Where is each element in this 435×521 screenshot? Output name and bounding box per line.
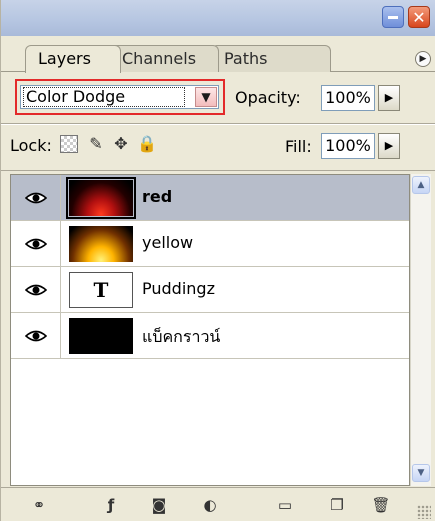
- blend-mode-dropdown[interactable]: Color Dodge ▼: [20, 85, 219, 109]
- layer-thumbnail: [69, 318, 133, 354]
- layers-toolbar: ⚭ ƒ ◙ ◐ ▭ ❐ 🗑: [1, 488, 435, 521]
- lock-image-pixels-brush-icon[interactable]: ✎: [87, 135, 105, 153]
- layers-scrollbar[interactable]: ▲ ▼: [410, 174, 431, 486]
- visibility-toggle[interactable]: [11, 221, 61, 266]
- opacity-input[interactable]: 100%: [321, 85, 375, 111]
- divider: [1, 170, 435, 171]
- scroll-down-icon[interactable]: ▼: [412, 464, 430, 482]
- visibility-toggle[interactable]: [11, 175, 61, 220]
- delete-layer-trash-icon[interactable]: 🗑: [369, 494, 393, 516]
- new-layer-icon[interactable]: ❐: [325, 494, 349, 516]
- lock-transparent-pixels-icon[interactable]: [60, 135, 78, 153]
- visibility-toggle[interactable]: [11, 267, 61, 312]
- layer-thumbnail: [66, 177, 136, 219]
- chevron-down-icon[interactable]: ▼: [195, 87, 217, 107]
- minimize-button[interactable]: [382, 6, 404, 28]
- layer-style-icon[interactable]: ƒ: [99, 494, 123, 516]
- resize-grip-icon[interactable]: [417, 505, 431, 519]
- layer-name: Puddingz: [142, 279, 215, 298]
- layer-row-yellow[interactable]: yellow: [11, 221, 409, 267]
- divider-highlight: [1, 124, 435, 125]
- tab-channels[interactable]: Channels: [109, 45, 219, 72]
- fill-input[interactable]: 100%: [321, 133, 375, 159]
- panel-tabs: Paths Channels Layers ▶: [1, 36, 435, 73]
- eye-icon: [24, 192, 47, 203]
- new-group-folder-icon[interactable]: ▭: [273, 494, 297, 516]
- tab-layers[interactable]: Layers: [25, 45, 121, 73]
- layer-name: แบ็คกราวน์: [142, 327, 221, 346]
- eye-icon: [24, 238, 47, 249]
- layer-name: red: [142, 187, 173, 206]
- adjustment-layer-icon[interactable]: ◐: [198, 494, 222, 516]
- close-button[interactable]: ✕: [408, 6, 430, 28]
- tab-paths[interactable]: Paths: [211, 45, 331, 72]
- visibility-toggle[interactable]: [11, 313, 61, 358]
- layer-row-background[interactable]: แบ็คกราวน์: [11, 313, 409, 359]
- lock-all-padlock-icon[interactable]: 🔒: [137, 135, 157, 153]
- lock-label: Lock:: [10, 136, 52, 155]
- scroll-up-icon[interactable]: ▲: [412, 176, 430, 194]
- opacity-label: Opacity:: [235, 88, 301, 107]
- type-layer-icon: T: [69, 272, 133, 308]
- layer-mask-icon[interactable]: ◙: [147, 494, 171, 516]
- layer-row-puddingz[interactable]: T Puddingz: [11, 267, 409, 313]
- link-layers-icon[interactable]: ⚭: [27, 494, 51, 516]
- opacity-slider-arrow-icon[interactable]: ▶: [378, 85, 400, 111]
- eye-icon: [24, 330, 47, 341]
- panel-title-bar: ✕: [1, 0, 435, 36]
- fill-slider-arrow-icon[interactable]: ▶: [378, 133, 400, 159]
- fill-label: Fill:: [285, 137, 312, 156]
- blend-mode-value: Color Dodge: [23, 87, 185, 107]
- panel-menu-arrow-icon[interactable]: ▶: [415, 51, 431, 67]
- eye-icon: [24, 284, 47, 295]
- layer-row-red[interactable]: red: [11, 175, 409, 221]
- layer-thumbnail: [69, 226, 133, 262]
- layers-list: red yellow T Puddingz แบ็คกราวน์: [10, 174, 410, 486]
- layer-name: yellow: [142, 233, 194, 252]
- lock-position-move-icon[interactable]: ✥: [112, 135, 130, 153]
- layers-panel: ✕ Paths Channels Layers ▶ Color Dodge ▼ …: [0, 0, 435, 521]
